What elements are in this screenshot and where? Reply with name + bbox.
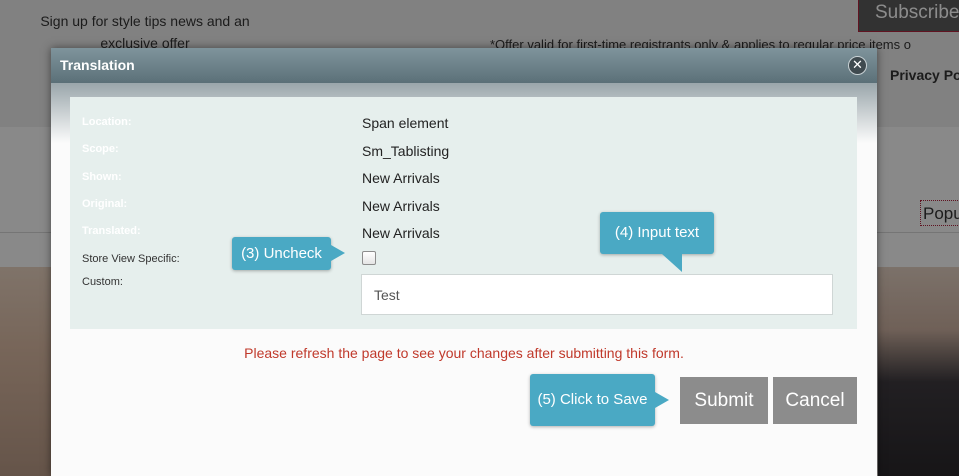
translation-panel: Location: Span element Scope: Sm_Tablist… bbox=[70, 97, 857, 329]
translated-label: Translated: bbox=[82, 225, 141, 237]
submit-button[interactable]: Submit bbox=[680, 377, 768, 424]
callout-save: (5) Click to Save bbox=[530, 374, 669, 426]
close-icon[interactable]: ✕ bbox=[848, 56, 867, 75]
translation-dialog: Translation ✕ Location: Span element Sco… bbox=[51, 48, 877, 476]
custom-label: Custom: bbox=[82, 276, 123, 288]
scope-label: Scope: bbox=[82, 143, 119, 155]
location-value: Span element bbox=[362, 115, 449, 131]
callout-pointer bbox=[662, 254, 682, 272]
translated-value: New Arrivals bbox=[362, 225, 440, 241]
callout-input-text-text: (4) Input text bbox=[614, 224, 700, 241]
callout-uncheck-text: (3) Uncheck bbox=[241, 245, 322, 262]
scope-value: Sm_Tablisting bbox=[362, 143, 450, 159]
shown-value: New Arrivals bbox=[362, 170, 440, 186]
callout-pointer bbox=[331, 245, 345, 261]
dialog-header: Translation ✕ bbox=[51, 48, 877, 83]
original-label: Original: bbox=[82, 198, 128, 210]
dialog-title: Translation bbox=[60, 57, 135, 73]
refresh-notice: Please refresh the page to see your chan… bbox=[244, 345, 684, 361]
callout-save-text: (5) Click to Save bbox=[537, 391, 648, 408]
callout-input-text: (4) Input text bbox=[600, 212, 714, 272]
location-label: Location: bbox=[82, 116, 132, 128]
original-value: New Arrivals bbox=[362, 198, 440, 214]
cancel-button[interactable]: Cancel bbox=[773, 377, 857, 424]
shown-label: Shown: bbox=[82, 171, 122, 183]
store-view-checkbox[interactable] bbox=[362, 251, 376, 265]
custom-input[interactable] bbox=[361, 274, 833, 315]
callout-uncheck: (3) Uncheck bbox=[232, 237, 345, 270]
store-view-label: Store View Specific: bbox=[82, 253, 180, 265]
callout-pointer bbox=[655, 392, 669, 408]
